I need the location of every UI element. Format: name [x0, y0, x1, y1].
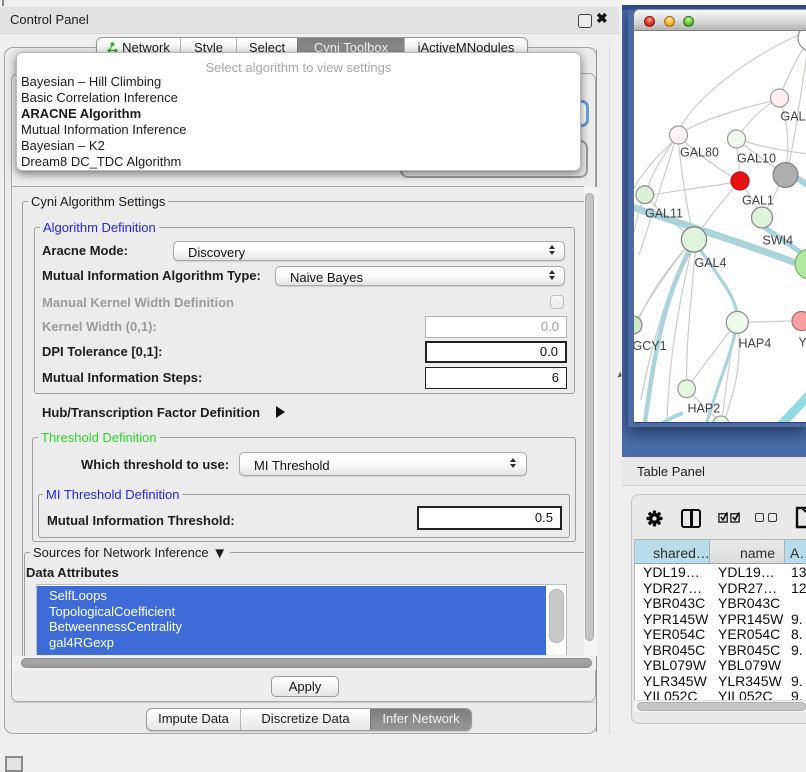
svg-text:GAL80: GAL80: [680, 146, 719, 160]
svg-text:GCY1: GCY1: [634, 339, 667, 353]
svg-text:GAL4: GAL4: [695, 256, 727, 270]
svg-text:GAL1: GAL1: [742, 194, 774, 208]
svg-text:GAL11: GAL11: [645, 207, 683, 221]
svg-text:HAP2: HAP2: [688, 402, 721, 416]
svg-text:SWI4: SWI4: [763, 234, 794, 248]
svg-text:GAL2: GAL2: [781, 110, 806, 124]
svg-text:GAL10: GAL10: [737, 152, 776, 166]
svg-text:YM: YM: [799, 336, 806, 350]
svg-text:HAP4: HAP4: [739, 337, 772, 351]
